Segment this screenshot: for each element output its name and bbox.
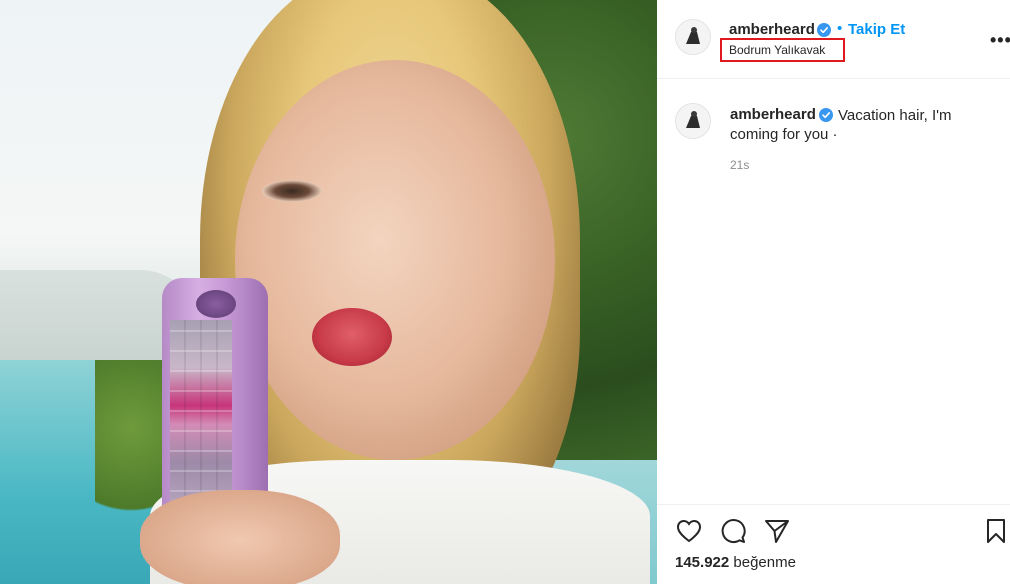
follow-button[interactable]: Takip Et — [848, 21, 905, 38]
likes-count[interactable]: 145.922 beğenme — [675, 554, 796, 571]
likes-number: 145.922 — [675, 554, 730, 571]
location-link[interactable]: Bodrum Yalıkavak — [720, 38, 845, 62]
heart-icon[interactable] — [675, 517, 703, 545]
photo-face — [235, 60, 555, 460]
caption-text-block: Vacation hair, I'm coming for you · — [730, 106, 990, 144]
photo-hand — [140, 490, 340, 584]
likes-word: beğenme — [733, 554, 796, 571]
photo-eye — [262, 180, 322, 202]
post-header: amberheard • Takip Et Bodrum Yalıkavak •… — [657, 0, 1010, 79]
photo-bottle-cap — [196, 290, 236, 318]
photo-bottle-pixelated-label — [170, 320, 232, 510]
post-viewer: amberheard • Takip Et Bodrum Yalıkavak •… — [0, 0, 1010, 584]
more-options-icon[interactable]: ••• — [990, 30, 1010, 51]
action-bar — [657, 504, 1010, 555]
separator-dot: • — [837, 20, 843, 37]
avatar[interactable] — [675, 19, 711, 55]
verified-badge-icon — [817, 23, 831, 37]
avatar-image-icon — [676, 104, 710, 138]
post-photo[interactable] — [0, 0, 657, 584]
username-link[interactable]: amberheard — [729, 21, 815, 38]
photo-lips — [312, 308, 392, 366]
avatar[interactable] — [675, 103, 711, 139]
paper-plane-icon[interactable] — [763, 517, 791, 545]
timestamp[interactable]: 21s — [730, 158, 749, 172]
comment-icon[interactable] — [719, 517, 747, 545]
post-side-panel: amberheard • Takip Et Bodrum Yalıkavak •… — [657, 0, 1010, 584]
avatar-image-icon — [676, 20, 710, 54]
caption-text: Vacation hair, I'm coming for you · — [730, 107, 952, 143]
bookmark-icon[interactable] — [982, 517, 1010, 545]
